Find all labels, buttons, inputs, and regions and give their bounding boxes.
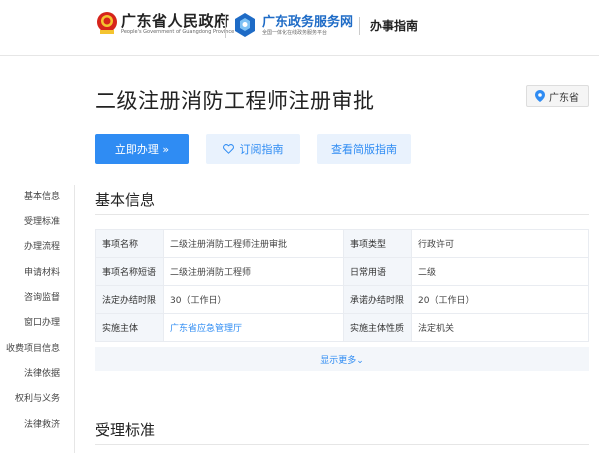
nav-item-rights[interactable]: 权利与义务 [15, 391, 60, 404]
site-header: 广东省人民政府 People's Government of Guangdong… [0, 0, 599, 56]
page-title: 二级注册消防工程师注册审批 [95, 89, 375, 113]
nav-item-fees[interactable]: 收费项目信息 [6, 341, 60, 354]
field-label: 法定办结时限 [95, 285, 164, 314]
field-label: 事项名称短语 [95, 257, 164, 286]
field-label: 事项类型 [343, 229, 412, 258]
heart-icon [222, 144, 234, 154]
portal-subtitle: 全国一体化在线政务服务平台 [262, 30, 328, 36]
field-value: 30（工作日） [163, 285, 344, 314]
portal-name[interactable]: 广东政务服务网 [262, 11, 353, 30]
field-label: 日常用语 [343, 257, 412, 286]
table-row: 实施主体 广东省应急管理厅 实施主体性质 法定机关 [95, 313, 589, 342]
section-basic-info-title: 基本信息 [95, 191, 156, 209]
nav-item-acceptance[interactable]: 受理标准 [24, 214, 60, 227]
show-more-button[interactable]: 显示更多⌄ [95, 347, 589, 371]
gdzw-logo-icon [235, 13, 255, 37]
site-subtitle: People's Government of Guangdong Provinc… [121, 29, 235, 35]
side-nav-divider [74, 185, 75, 453]
site-name[interactable]: 广东省人民政府 [121, 10, 230, 31]
field-value: 20（工作日） [411, 285, 589, 314]
section-title-guide: 办事指南 [370, 19, 419, 33]
header-divider-2 [359, 17, 360, 35]
nav-item-process[interactable]: 办理流程 [24, 239, 60, 252]
field-value: 二级注册消防工程师注册审批 [163, 229, 344, 258]
table-row: 事项名称 二级注册消防工程师注册审批 事项类型 行政许可 [95, 229, 589, 258]
implementing-agency-link[interactable]: 广东省应急管理厅 [163, 313, 344, 342]
location-pin-icon [535, 90, 545, 102]
nav-item-consult[interactable]: 咨询监督 [24, 290, 60, 303]
simple-guide-button[interactable]: 查看简版指南 [317, 134, 411, 164]
national-emblem-icon [97, 12, 117, 34]
basic-info-table: 事项名称 二级注册消防工程师注册审批 事项类型 行政许可 事项名称短语 二级注册… [95, 229, 589, 342]
field-value: 行政许可 [411, 229, 589, 258]
region-label: 广东省 [549, 92, 579, 104]
field-label: 实施主体性质 [343, 313, 412, 342]
region-selector[interactable]: 广东省 [526, 85, 589, 107]
nav-item-window[interactable]: 窗口办理 [24, 315, 60, 328]
field-value: 二级 [411, 257, 589, 286]
apply-now-button[interactable]: 立即办理 » [95, 134, 189, 164]
field-label: 实施主体 [95, 313, 164, 342]
section-divider [95, 444, 589, 445]
nav-item-legal-remedy[interactable]: 法律救济 [24, 417, 60, 430]
field-value: 法定机关 [411, 313, 589, 342]
section-divider [95, 214, 589, 215]
subscribe-guide-button[interactable]: 订阅指南 [206, 134, 300, 164]
field-value: 二级注册消防工程师 [163, 257, 344, 286]
nav-item-legal-basis[interactable]: 法律依据 [24, 366, 60, 379]
nav-item-materials[interactable]: 申请材料 [24, 265, 60, 278]
field-label: 事项名称 [95, 229, 164, 258]
subscribe-label: 订阅指南 [239, 143, 284, 156]
header-divider [225, 14, 226, 38]
section-acceptance-title: 受理标准 [95, 421, 156, 439]
table-row: 事项名称短语 二级注册消防工程师 日常用语 二级 [95, 257, 589, 286]
field-label: 承诺办结时限 [343, 285, 412, 314]
nav-item-basic-info[interactable]: 基本信息 [24, 189, 60, 202]
table-row: 法定办结时限 30（工作日） 承诺办结时限 20（工作日） [95, 285, 589, 314]
